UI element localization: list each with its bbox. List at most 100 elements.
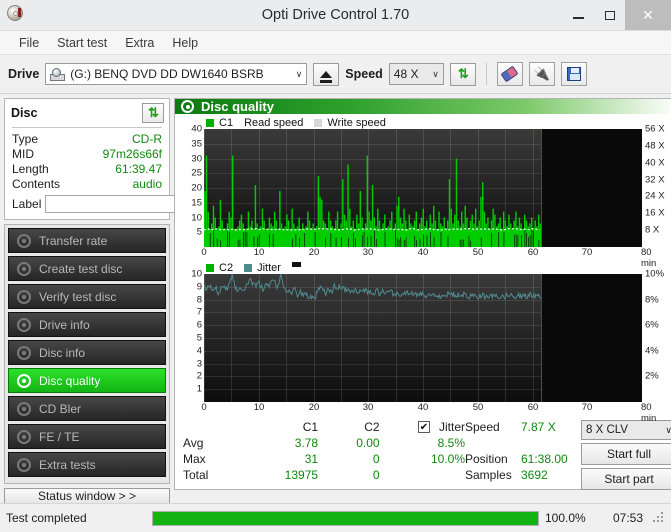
chevron-down-icon: ∨ — [290, 69, 303, 80]
y-tick-label: 10 — [191, 269, 202, 280]
sidebar-item-cd-bler[interactable]: CD Bler — [8, 396, 166, 421]
save-button[interactable] — [561, 62, 587, 86]
total-c2-value: 0 — [318, 468, 380, 482]
title-bar: Opti Drive Control 1.70 ✕ — [0, 0, 671, 31]
disc-row-contents: Contents audio — [12, 176, 162, 191]
avg-c2-value: 0.00 — [318, 436, 380, 450]
speed-select-value: 48 X — [394, 67, 419, 81]
eject-button[interactable] — [313, 63, 339, 86]
y-tick-label: 10 — [191, 213, 202, 224]
sidebar-item-drive-info[interactable]: Drive info — [8, 312, 166, 337]
y-tick-label: 30 — [191, 154, 202, 165]
col-header-jitter: Jitter — [439, 420, 465, 434]
status-window-button[interactable]: Status window > > — [4, 488, 170, 504]
menu-file[interactable]: File — [10, 34, 48, 52]
charts-area: C1 Read speed Write speed 51015202530354… — [175, 114, 671, 415]
sidebar-item-disc-quality[interactable]: Disc quality — [8, 368, 166, 393]
start-full-button[interactable]: Start full — [581, 443, 671, 465]
disc-mid-value: 97m26s66f — [103, 147, 162, 161]
legend-label-jitter: Jitter — [257, 262, 281, 274]
x-tick-label: 0 — [201, 247, 206, 258]
jitter-checkbox[interactable]: ✔ — [418, 421, 430, 433]
eraser-icon — [501, 66, 519, 83]
position-readout-label: Position — [465, 452, 521, 466]
maximize-button[interactable] — [594, 0, 625, 30]
menu-help[interactable]: Help — [163, 34, 207, 52]
disc-label-row: Label — [12, 194, 162, 214]
sidebar-item-label: Drive info — [39, 318, 90, 332]
row-label-avg: Avg — [175, 436, 241, 450]
erase-disc-button[interactable] — [497, 62, 523, 86]
max-jitter-value: 10.0% — [380, 452, 465, 466]
disc-panel-title: Disc — [11, 106, 37, 120]
total-c1-value: 13975 — [241, 468, 318, 482]
samples-readout-label: Samples — [465, 468, 521, 482]
y-tick-label: 35 — [191, 139, 202, 150]
legend-swatch-c1 — [206, 119, 214, 127]
drive-select[interactable]: (G:) BENQ DVD DD DW1640 BSRB ∨ — [45, 63, 307, 85]
minimize-button[interactable] — [563, 0, 594, 30]
progress-bar-fill — [153, 512, 538, 525]
y-tick-label-right: 8% — [645, 295, 659, 306]
disc-type-label: Type — [12, 132, 38, 146]
stats-area: C1 C2 ✔ Jitter Avg 3.78 0.00 8.5% — [175, 415, 671, 490]
status-message: Test completed — [6, 511, 146, 525]
c2-x-axis: 01020304050607080 min — [204, 402, 671, 415]
drive-settings-button[interactable]: 🔌 — [529, 62, 555, 86]
table-header-row: C1 C2 ✔ Jitter — [175, 419, 465, 435]
menu-extra[interactable]: Extra — [116, 34, 163, 52]
c1-plot — [204, 129, 642, 247]
app-window: Opti Drive Control 1.70 ✕ File Start tes… — [0, 0, 671, 532]
table-row: Total 13975 0 — [175, 467, 465, 483]
sidebar-item-verify-test-disc[interactable]: Verify test disc — [8, 284, 166, 309]
page-title: Disc quality — [201, 99, 274, 114]
sidebar-item-extra-tests[interactable]: Extra tests — [8, 452, 166, 477]
y-tick-label-right: 56 X — [645, 124, 665, 135]
table-row: Avg 3.78 0.00 8.5% — [175, 435, 465, 451]
chevron-down-icon: ∨ — [426, 69, 439, 80]
legend-label-write-speed: Write speed — [327, 117, 386, 129]
x-tick-label: 30 — [363, 247, 374, 258]
readout-speed: Speed 7.87 X — [465, 419, 581, 435]
disc-info-panel: Disc ⇅ Type CD-R MID 97m26s66f Length — [4, 98, 170, 220]
chevron-down-icon: ∨ — [665, 425, 671, 436]
sidebar-item-fe-te[interactable]: FE / TE — [8, 424, 166, 449]
readout-spacer — [465, 435, 581, 451]
speed-label: Speed — [345, 67, 383, 81]
write-strategy-value: 8 X CLV — [586, 424, 628, 436]
readout-values: Speed 7.87 X Position 61:38.00 Samples 3… — [465, 419, 581, 490]
refresh-arrows-icon: ⇅ — [148, 105, 158, 121]
menu-start-test[interactable]: Start test — [48, 34, 116, 52]
legend-swatch-c2 — [206, 264, 214, 272]
y-tick-label: 6 — [197, 320, 202, 331]
sidebar-item-disc-info[interactable]: Disc info — [8, 340, 166, 365]
refresh-drive-button[interactable]: ⇅ — [450, 63, 476, 86]
y-tick-label-right: 32 X — [645, 175, 665, 186]
y-tick-label: 9 — [197, 282, 202, 293]
test-nav-list: Transfer rate Create test disc Verify te… — [4, 224, 170, 484]
y-tick-label-right: 24 X — [645, 191, 665, 202]
maximize-icon — [605, 11, 615, 20]
left-sidebar: Disc ⇅ Type CD-R MID 97m26s66f Length — [4, 98, 170, 490]
samples-readout-value: 3692 — [521, 468, 548, 482]
speed-readout-label: Speed — [465, 420, 521, 434]
sidebar-item-label: Verify test disc — [39, 290, 116, 304]
speed-select[interactable]: 48 X ∨ — [389, 63, 444, 85]
resize-grip[interactable] — [653, 512, 665, 524]
drive-toolbar: Drive (G:) BENQ DVD DD DW1640 BSRB ∨ Spe… — [0, 55, 671, 94]
divider — [12, 127, 162, 128]
sidebar-item-create-test-disc[interactable]: Create test disc — [8, 256, 166, 281]
start-part-button[interactable]: Start part — [581, 468, 671, 490]
disc-refresh-button[interactable]: ⇅ — [142, 103, 164, 123]
y-tick-label: 15 — [191, 198, 202, 209]
legend-label-c1: C1 — [219, 117, 233, 129]
x-tick-label: 50 — [473, 402, 484, 413]
disc-contents-label: Contents — [12, 177, 60, 191]
y-tick-label-right: 10% — [645, 269, 664, 280]
close-button[interactable]: ✕ — [625, 0, 671, 30]
c2-chart-block: C2 Jitter 12345678910 2%4%6%8%10% 010203… — [178, 261, 671, 415]
c1-x-axis: 01020304050607080 min — [204, 247, 671, 260]
x-tick-label: 40 — [418, 247, 429, 258]
disc-icon — [17, 262, 31, 276]
sidebar-item-transfer-rate[interactable]: Transfer rate — [8, 228, 166, 253]
